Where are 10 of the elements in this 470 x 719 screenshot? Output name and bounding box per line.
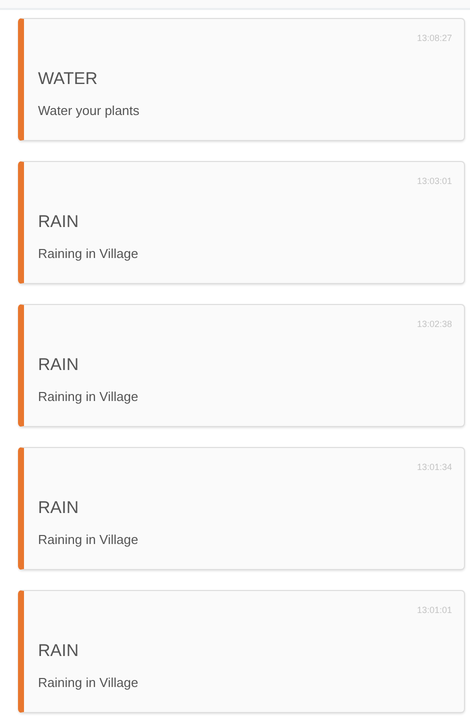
notification-message: Raining in Village xyxy=(38,246,140,261)
notification-message: Raining in Village xyxy=(38,532,140,547)
notification-title: RAIN xyxy=(38,498,80,518)
notification-message: Raining in Village xyxy=(38,675,140,690)
notification-title: WATER xyxy=(38,69,98,89)
notification-title: RAIN xyxy=(38,641,80,661)
notification-title: RAIN xyxy=(38,355,80,375)
notification-message: Water your plants xyxy=(38,103,140,118)
notification-title: RAIN xyxy=(38,212,80,232)
notification-message: Raining in Village xyxy=(38,389,140,404)
